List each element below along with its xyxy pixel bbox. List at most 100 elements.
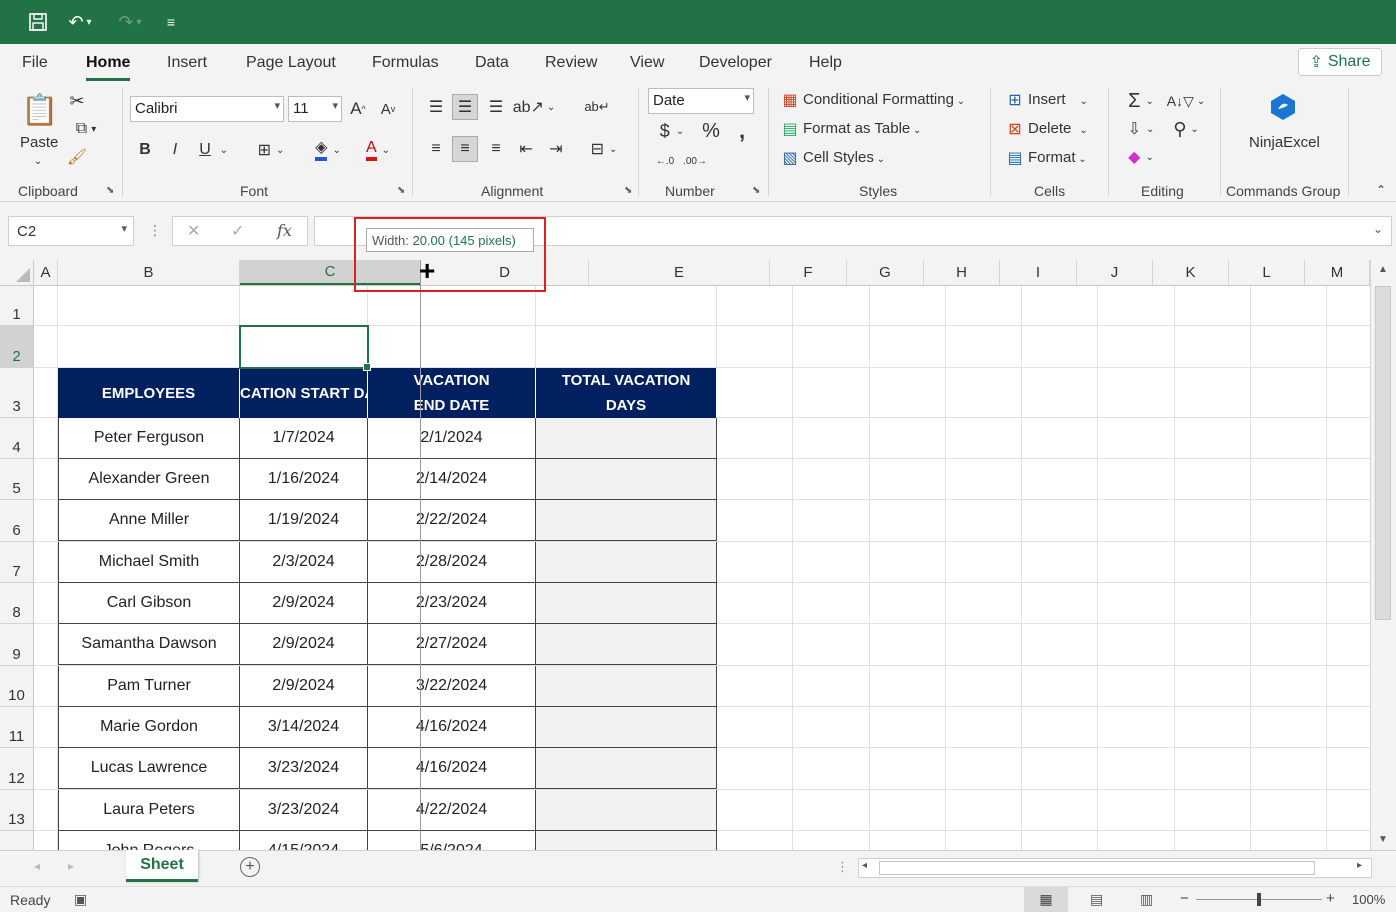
number-launcher-icon[interactable]: ⬊ bbox=[752, 185, 760, 196]
row-header-9[interactable]: 9 bbox=[0, 624, 33, 666]
employee-name-cell[interactable]: Pam Turner bbox=[58, 666, 240, 707]
column-header-i[interactable]: I bbox=[1000, 260, 1077, 285]
total-days-cell[interactable] bbox=[536, 666, 717, 707]
row-header-1[interactable]: 1 bbox=[0, 286, 33, 326]
format-as-table-button[interactable]: Format as Table ⌄ bbox=[803, 120, 921, 137]
percent-button[interactable]: % bbox=[698, 118, 724, 144]
page-break-view-icon[interactable]: ▥ bbox=[1140, 891, 1153, 908]
underline-button[interactable]: U bbox=[194, 138, 216, 162]
start-date-cell[interactable]: 2/9/2024 bbox=[240, 666, 368, 707]
employee-name-cell[interactable]: Lucas Lawrence bbox=[58, 748, 240, 789]
next-sheet-icon[interactable]: ▸ bbox=[68, 859, 74, 873]
end-date-cell[interactable]: 4/16/2024 bbox=[368, 748, 536, 789]
select-all-corner[interactable] bbox=[0, 260, 34, 285]
end-date-cell[interactable]: 4/22/2024 bbox=[368, 790, 536, 831]
decrease-indent-icon[interactable]: ⇤ bbox=[514, 136, 538, 162]
row-header-11[interactable]: 11 bbox=[0, 707, 33, 748]
cancel-icon[interactable]: ✕ bbox=[187, 221, 200, 241]
tab-review[interactable]: Review bbox=[545, 54, 597, 72]
vertical-scroll-thumb[interactable] bbox=[1375, 286, 1391, 620]
cut-icon[interactable]: ✂ bbox=[66, 90, 88, 112]
start-date-cell[interactable]: 3/23/2024 bbox=[240, 748, 368, 789]
clipboard-launcher-icon[interactable]: ⬊ bbox=[106, 185, 114, 196]
align-center-icon[interactable]: ≡ bbox=[452, 136, 478, 162]
ninjaexcel-icon[interactable] bbox=[1268, 92, 1298, 122]
header-total-vacation[interactable]: TOTAL VACATION DAYS bbox=[536, 368, 717, 418]
zoom-slider-thumb[interactable] bbox=[1257, 893, 1261, 906]
start-date-cell[interactable]: 1/19/2024 bbox=[240, 500, 368, 541]
zoom-in-button[interactable]: + bbox=[1326, 890, 1335, 907]
start-date-cell[interactable]: 1/16/2024 bbox=[240, 459, 368, 500]
collapse-ribbon-icon[interactable]: ⌃ bbox=[1372, 182, 1390, 198]
scroll-right-icon[interactable]: ▸ bbox=[1357, 860, 1362, 871]
tab-home[interactable]: Home bbox=[86, 54, 131, 81]
row-header-12[interactable]: 12 bbox=[0, 748, 33, 790]
italic-button[interactable]: I bbox=[164, 138, 186, 162]
column-header-b[interactable]: B bbox=[58, 260, 240, 285]
column-header-h[interactable]: H bbox=[924, 260, 1000, 285]
start-date-cell[interactable]: 3/14/2024 bbox=[240, 707, 368, 748]
paste-icon[interactable]: 📋 bbox=[20, 88, 60, 132]
scroll-down-icon[interactable]: ▼ bbox=[1378, 834, 1388, 845]
start-date-cell[interactable]: 2/9/2024 bbox=[240, 583, 368, 624]
orientation-icon[interactable]: ab↗ ⌄ bbox=[513, 94, 556, 120]
accessibility-icon[interactable]: ▣ bbox=[74, 891, 87, 908]
column-header-a[interactable]: A bbox=[34, 260, 58, 285]
redo-icon[interactable]: ↷ ▾ bbox=[110, 0, 150, 44]
cell-styles-button[interactable]: Cell Styles ⌄ bbox=[803, 149, 885, 166]
insert-function-icon[interactable]: fx bbox=[277, 221, 292, 240]
employee-name-cell[interactable]: Marie Gordon bbox=[58, 707, 240, 748]
sheet-tab[interactable]: Sheet bbox=[126, 850, 198, 882]
start-date-cell[interactable]: 4/15/2024 bbox=[240, 831, 368, 850]
borders-icon[interactable]: ⊞ ⌄ bbox=[250, 138, 292, 162]
tab-view[interactable]: View bbox=[630, 54, 664, 72]
employee-name-cell[interactable]: Anne Miller bbox=[58, 500, 240, 541]
header-vacation-end[interactable]: VACATION END DATE bbox=[368, 368, 536, 418]
tab-split-grip-icon[interactable]: ⋮ bbox=[836, 859, 849, 875]
column-header-j[interactable]: J bbox=[1077, 260, 1153, 285]
tab-help[interactable]: Help bbox=[809, 54, 842, 72]
total-days-cell[interactable] bbox=[536, 831, 717, 850]
end-date-cell[interactable]: 2/1/2024 bbox=[368, 418, 536, 459]
decrease-decimal-icon[interactable]: .00→ bbox=[682, 148, 708, 174]
align-right-icon[interactable]: ≡ bbox=[484, 136, 508, 162]
increase-indent-icon[interactable]: ⇥ bbox=[544, 136, 568, 162]
zoom-out-button[interactable]: − bbox=[1180, 890, 1189, 907]
start-date-cell[interactable]: 3/23/2024 bbox=[240, 790, 368, 831]
tab-page-layout[interactable]: Page Layout bbox=[246, 54, 336, 72]
employee-name-cell[interactable]: Peter Ferguson bbox=[58, 418, 240, 459]
sort-filter-icon[interactable]: A↓▽ ⌄ bbox=[1166, 88, 1206, 114]
row-header-5[interactable]: 5 bbox=[0, 459, 33, 500]
column-header-k[interactable]: K bbox=[1153, 260, 1229, 285]
expand-formula-icon[interactable]: ⌄ bbox=[1373, 222, 1383, 236]
row-header-2[interactable]: 2 bbox=[0, 326, 33, 368]
font-launcher-icon[interactable]: ⬊ bbox=[397, 185, 405, 196]
vertical-scrollbar[interactable]: ▲ ▼ bbox=[1370, 260, 1396, 850]
insert-cells-button[interactable]: Insert ⌄ bbox=[1028, 91, 1088, 108]
comma-style-button[interactable]: , bbox=[732, 118, 752, 144]
row-header-3[interactable]: 3 bbox=[0, 368, 33, 418]
normal-view-icon[interactable]: ▦ bbox=[1024, 887, 1068, 912]
undo-icon[interactable]: ↶ ▾ bbox=[60, 0, 100, 44]
active-cell-c2[interactable] bbox=[239, 325, 371, 371]
tab-insert[interactable]: Insert bbox=[167, 54, 207, 72]
horizontal-scrollbar[interactable]: ◂ ▸ bbox=[858, 858, 1372, 878]
paste-dropdown-icon[interactable]: ⌄ bbox=[28, 154, 48, 168]
column-header-f[interactable]: F bbox=[770, 260, 847, 285]
row-header-13[interactable]: 13 bbox=[0, 790, 33, 831]
merge-center-icon[interactable]: ⊟ ⌄ bbox=[582, 136, 626, 162]
bold-button[interactable]: B bbox=[134, 138, 156, 162]
column-header-e[interactable]: E bbox=[589, 260, 770, 285]
total-days-cell[interactable] bbox=[536, 624, 717, 665]
end-date-cell[interactable]: 4/16/2024 bbox=[368, 707, 536, 748]
row-header-8[interactable]: 8 bbox=[0, 583, 33, 624]
conditional-formatting-button[interactable]: Conditional Formatting ⌄ bbox=[803, 91, 965, 108]
name-box[interactable]: C2 ▾ bbox=[8, 216, 134, 246]
fill-icon[interactable]: ⇩ ⌄ bbox=[1120, 116, 1162, 142]
end-date-cell[interactable]: 2/27/2024 bbox=[368, 624, 536, 665]
employee-name-cell[interactable]: Alexander Green bbox=[58, 459, 240, 500]
alignment-launcher-icon[interactable]: ⬊ bbox=[624, 185, 632, 196]
delete-cells-button[interactable]: Delete ⌄ bbox=[1028, 120, 1088, 137]
employee-name-cell[interactable]: John Rogers bbox=[58, 831, 240, 850]
increase-decimal-icon[interactable]: ←.0 bbox=[652, 148, 678, 174]
